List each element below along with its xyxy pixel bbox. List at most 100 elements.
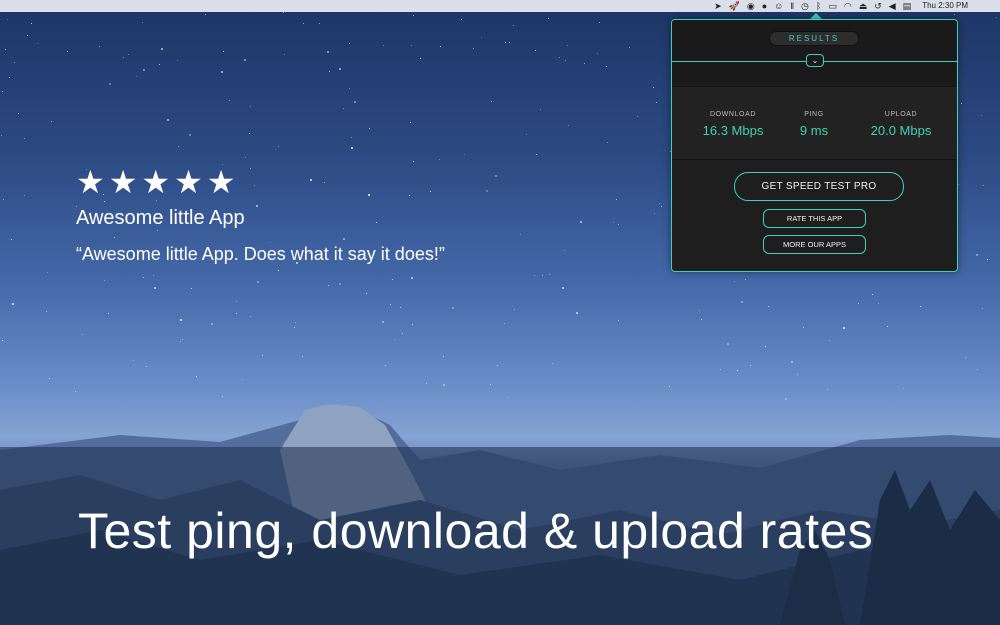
star — [745, 279, 746, 280]
star — [11, 239, 12, 240]
star — [535, 50, 536, 51]
star — [329, 71, 330, 72]
star — [803, 327, 804, 328]
star — [349, 88, 350, 89]
star — [461, 19, 462, 20]
star — [768, 306, 769, 307]
star — [278, 270, 279, 271]
star — [284, 54, 285, 55]
chevron-down-icon[interactable]: ⌄ — [806, 54, 824, 67]
star — [2, 340, 3, 341]
star — [958, 184, 959, 185]
star — [505, 42, 506, 43]
star — [765, 346, 766, 347]
star — [497, 365, 498, 366]
star — [159, 64, 160, 65]
star — [9, 77, 10, 78]
emoji-icon[interactable]: ☺ — [774, 0, 783, 12]
star — [339, 68, 341, 70]
star — [343, 108, 344, 109]
airplay-icon[interactable]: ▭ — [828, 0, 837, 12]
star — [349, 43, 350, 44]
star — [189, 134, 191, 136]
rocket-icon[interactable]: 🚀 — [729, 0, 740, 12]
time-machine-icon[interactable]: ↺ — [874, 0, 882, 12]
star — [961, 103, 962, 104]
get-speed-test-pro-button[interactable]: GET SPEED TEST PRO — [734, 172, 904, 201]
review-quote: “Awesome little App. Does what it say it… — [76, 244, 445, 264]
star — [392, 279, 393, 280]
star — [504, 323, 505, 324]
star — [981, 115, 982, 116]
star — [413, 15, 414, 16]
star — [146, 366, 147, 367]
star — [205, 14, 206, 15]
us-flag-icon[interactable]: ▤ — [903, 0, 912, 12]
star — [257, 281, 259, 283]
download-stat: DOWNLOAD 16.3 Mbps — [692, 111, 774, 138]
star — [123, 57, 124, 58]
star — [262, 355, 263, 356]
star — [526, 134, 527, 135]
star — [413, 161, 414, 162]
search-badge-icon[interactable]: ◉ — [747, 0, 755, 12]
star — [791, 361, 793, 363]
star — [613, 222, 614, 223]
star — [108, 313, 109, 314]
star — [734, 281, 735, 282]
results-tab[interactable]: RESULTS — [769, 31, 859, 46]
star — [514, 309, 515, 310]
star — [143, 69, 145, 71]
star — [536, 154, 537, 155]
star — [656, 102, 657, 103]
star — [983, 185, 984, 186]
star — [878, 303, 879, 304]
star — [211, 323, 213, 325]
star — [440, 46, 441, 47]
star — [250, 106, 251, 107]
eject-icon[interactable]: ⏏ — [859, 0, 868, 12]
telegram-icon[interactable]: ➤ — [714, 0, 722, 12]
star — [552, 363, 553, 364]
star — [411, 45, 412, 46]
headline: Test ping, download & upload rates — [78, 503, 874, 559]
speedtest-icon[interactable]: ◷ — [801, 0, 809, 12]
pause-icon[interactable]: ‖ — [790, 0, 794, 12]
star — [236, 301, 237, 302]
results-stats: DOWNLOAD 16.3 Mbps PING 9 ms UPLOAD 20.0… — [672, 86, 957, 160]
star — [24, 138, 25, 139]
wifi-icon[interactable]: ◠ — [844, 0, 852, 12]
star — [976, 254, 978, 256]
star — [191, 288, 192, 289]
star — [369, 128, 370, 129]
star — [327, 51, 329, 53]
menubar-clock[interactable]: Thu 2:30 PM — [922, 0, 968, 12]
star — [67, 51, 68, 52]
star — [654, 213, 655, 214]
star — [167, 119, 169, 121]
spotify-icon[interactable]: ● — [762, 0, 767, 12]
star — [142, 22, 143, 23]
more-apps-button[interactable]: MORE OUR APPS — [763, 235, 866, 254]
star — [104, 280, 105, 281]
star — [567, 45, 568, 46]
star — [153, 275, 154, 276]
star — [954, 14, 955, 15]
star — [996, 17, 997, 18]
speedtest-popover: RESULTS ⌄ DOWNLOAD 16.3 Mbps PING 9 ms U… — [671, 19, 958, 272]
star — [659, 203, 660, 204]
star — [51, 121, 52, 122]
star — [3, 199, 4, 200]
rate-app-button[interactable]: RATE THIS APP — [763, 209, 866, 228]
star — [699, 310, 700, 311]
star — [14, 62, 15, 63]
star — [597, 53, 598, 54]
star — [24, 195, 25, 196]
star — [12, 303, 14, 305]
bluetooth-icon[interactable]: ᛒ — [816, 0, 821, 12]
star — [395, 339, 396, 340]
volume-icon[interactable]: ◀ — [889, 0, 896, 12]
star — [302, 356, 303, 357]
star — [637, 116, 638, 117]
star — [439, 159, 440, 160]
